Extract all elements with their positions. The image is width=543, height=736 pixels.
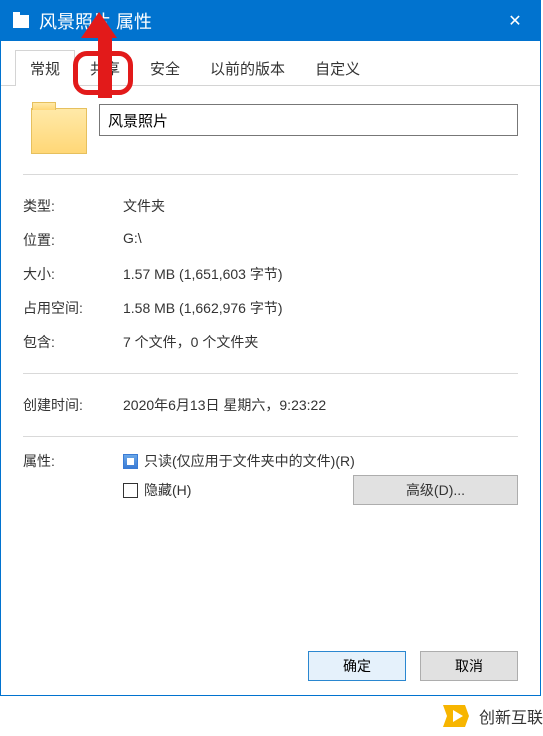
- window-title: 风景照片 属性: [39, 8, 152, 34]
- label-attributes: 属性:: [23, 451, 123, 471]
- value-location: G:\: [123, 230, 518, 250]
- tab-custom[interactable]: 自定义: [300, 50, 375, 86]
- properties-dialog: 风景照片 属性 ✕ 常规 共享 安全 以前的版本 自定义 类型: 文件夹 位置:…: [0, 0, 541, 696]
- label-type: 类型:: [23, 196, 123, 216]
- advanced-button[interactable]: 高级(D)...: [353, 475, 518, 505]
- close-button[interactable]: ✕: [490, 1, 540, 41]
- checkbox-readonly[interactable]: [123, 454, 138, 469]
- label-location: 位置:: [23, 230, 123, 250]
- tab-previous-versions[interactable]: 以前的版本: [195, 50, 300, 86]
- watermark-text: 创新互联: [479, 704, 543, 728]
- label-size-on-disk: 占用空间:: [23, 298, 123, 318]
- value-created: 2020年6月13日 星期六，9:23:22: [123, 395, 518, 415]
- close-icon: ✕: [508, 11, 521, 31]
- value-contains: 7 个文件，0 个文件夹: [123, 332, 518, 352]
- dialog-footer: 确定 取消: [1, 637, 540, 695]
- content-panel: 类型: 文件夹 位置: G:\ 大小: 1.57 MB (1,651,603 字…: [1, 86, 540, 637]
- readonly-label: 只读(仅应用于文件夹中的文件)(R): [144, 451, 355, 471]
- tab-share[interactable]: 共享: [75, 50, 135, 86]
- folder-name-input[interactable]: [99, 104, 518, 136]
- folder-large-icon: [31, 108, 87, 154]
- value-type: 文件夹: [123, 196, 518, 216]
- label-created: 创建时间:: [23, 395, 123, 415]
- tab-security[interactable]: 安全: [135, 50, 195, 86]
- tab-strip: 常规 共享 安全 以前的版本 自定义: [1, 41, 540, 86]
- value-size: 1.57 MB (1,651,603 字节): [123, 264, 518, 284]
- cancel-button[interactable]: 取消: [420, 651, 518, 681]
- titlebar[interactable]: 风景照片 属性 ✕: [1, 1, 540, 41]
- label-contains: 包含:: [23, 332, 123, 352]
- tab-general[interactable]: 常规: [15, 50, 75, 86]
- hidden-label: 隐藏(H): [144, 480, 191, 500]
- checkbox-hidden[interactable]: [123, 483, 138, 498]
- ok-button[interactable]: 确定: [308, 651, 406, 681]
- value-size-on-disk: 1.58 MB (1,662,976 字节): [123, 298, 518, 318]
- label-size: 大小:: [23, 264, 123, 284]
- watermark-icon: [439, 701, 473, 731]
- watermark: 创新互联: [439, 701, 543, 731]
- folder-icon: [13, 15, 29, 28]
